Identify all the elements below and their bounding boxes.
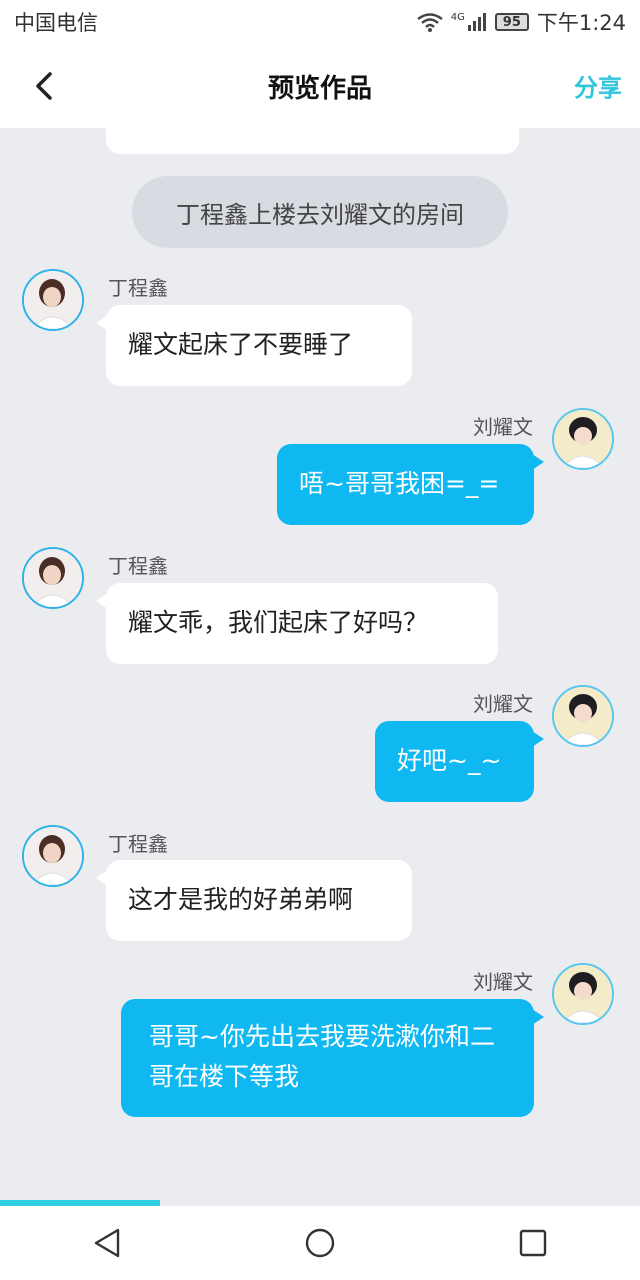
back-button[interactable] <box>24 64 64 108</box>
share-button[interactable]: 分享 <box>574 68 622 103</box>
nav-back-button[interactable] <box>67 1213 147 1273</box>
sender-name: 刘耀文 <box>473 415 533 439</box>
triangle-back-icon <box>94 1228 119 1258</box>
partial-message-bubble <box>106 128 519 154</box>
sender-name: 丁程鑫 <box>108 832 168 856</box>
square-recents-icon <box>520 1229 547 1257</box>
header-bar: 预览作品 分享 <box>0 44 640 128</box>
system-nav-bar <box>0 1206 640 1280</box>
avatar-image-icon <box>24 549 82 607</box>
narration-bubble: 丁程鑫上楼去刘耀文的房间 <box>132 176 508 248</box>
message-bubble: 这才是我的好弟弟啊 <box>96 860 412 941</box>
avatar-image-icon <box>554 965 612 1023</box>
message-bubble: 耀文起床了不要睡了 <box>96 305 412 386</box>
wifi-icon <box>416 13 443 32</box>
sender-name: 丁程鑫 <box>108 276 168 300</box>
message-bubble: 唔~哥哥我困=_= <box>277 444 544 525</box>
avatar-image-icon <box>24 827 82 885</box>
avatar-image-icon <box>554 410 612 468</box>
circle-home-icon <box>305 1228 335 1258</box>
message-bubble: 好吧~_~ <box>375 721 544 802</box>
status-icons: 4G 95 下午1:24 <box>416 7 626 37</box>
signal-icon <box>467 13 486 31</box>
network-type: 4G <box>450 11 465 23</box>
nav-home-button[interactable] <box>280 1213 360 1273</box>
avatar[interactable] <box>552 408 614 470</box>
sender-name: 刘耀文 <box>473 970 533 994</box>
avatar-image-icon <box>554 687 612 745</box>
avatar[interactable] <box>22 547 84 609</box>
nav-recents-button[interactable] <box>493 1213 573 1273</box>
status-bar: 中国电信 4G 95 下午1:24 <box>0 0 640 44</box>
avatar[interactable] <box>552 963 614 1025</box>
avatar[interactable] <box>22 825 84 887</box>
message-bubble: 哥哥~你先出去我要洗漱你和二哥在楼下等我 <box>121 999 544 1117</box>
clock: 下午1:24 <box>536 11 626 35</box>
carrier-label: 中国电信 <box>14 11 98 35</box>
sender-name: 丁程鑫 <box>108 554 168 578</box>
avatar[interactable] <box>552 685 614 747</box>
chat-area[interactable]: 丁程鑫上楼去刘耀文的房间 丁程鑫 耀文起床了不要睡了 刘耀文 唔~哥哥我困=_=… <box>0 128 640 1200</box>
message-bubble: 耀文乖，我们起床了好吗？ <box>96 583 498 664</box>
chevron-left-icon <box>36 72 52 100</box>
avatar-image-icon <box>24 271 82 329</box>
avatar[interactable] <box>22 269 84 331</box>
battery-icon: 95 <box>494 13 529 31</box>
page-title: 预览作品 <box>267 73 372 104</box>
sender-name: 刘耀文 <box>473 692 533 716</box>
